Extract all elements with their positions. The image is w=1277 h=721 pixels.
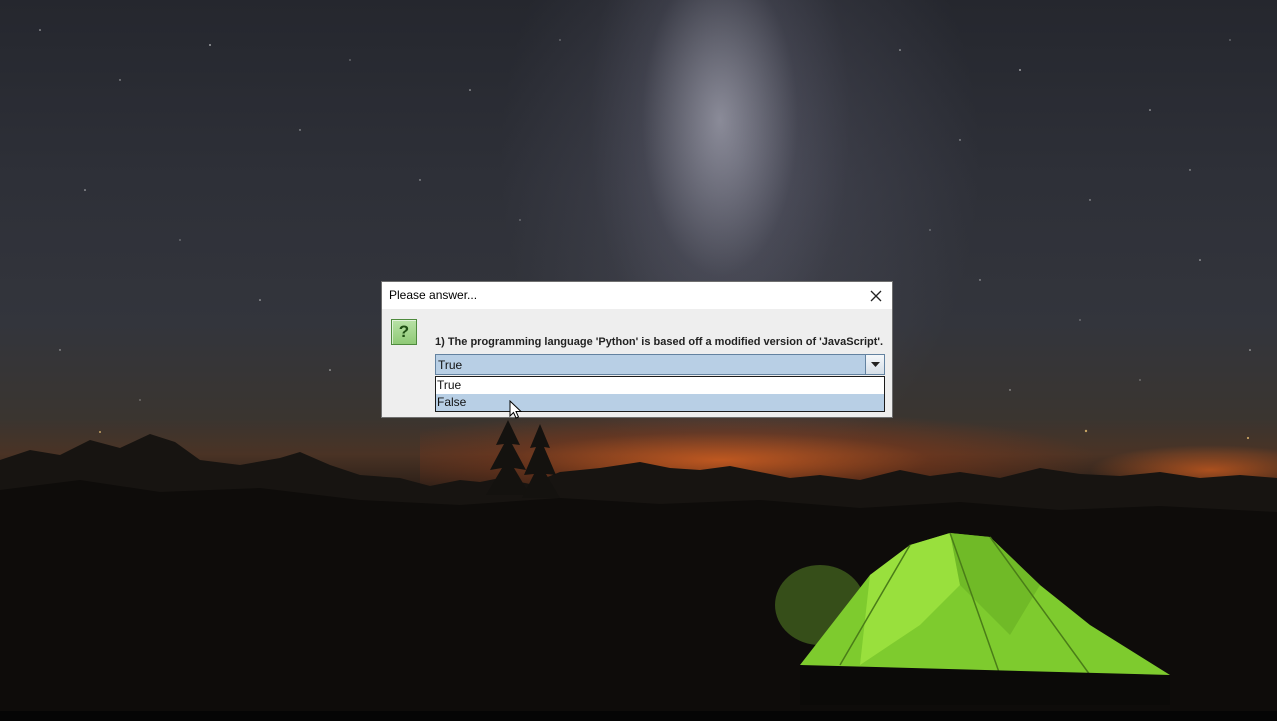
question-text: 1) The programming language 'Python' is …: [435, 336, 884, 348]
option-true[interactable]: True: [436, 377, 884, 394]
glowing-tent: [775, 532, 1170, 705]
dialog-titlebar[interactable]: Please answer...: [382, 282, 892, 309]
dialog-title: Please answer...: [389, 288, 478, 302]
bottom-strip: [0, 711, 1277, 721]
chevron-down-icon: [870, 362, 880, 367]
question-icon: ?: [391, 319, 417, 345]
mouse-pointer-icon: [509, 400, 523, 419]
answer-combobox[interactable]: True: [435, 354, 885, 375]
question-icon-glyph: ?: [398, 322, 410, 341]
close-icon: [870, 290, 882, 301]
question-dialog: Please answer... ? 1) The programming la…: [381, 281, 893, 418]
combobox-selected-value: True: [438, 358, 463, 372]
combobox-dropdown-button[interactable]: [865, 355, 884, 374]
desktop-wallpaper: Please answer... ? 1) The programming la…: [0, 0, 1277, 721]
option-false[interactable]: False: [436, 394, 884, 411]
combobox-dropdown-list: True False: [435, 376, 885, 412]
close-button[interactable]: [860, 282, 892, 309]
